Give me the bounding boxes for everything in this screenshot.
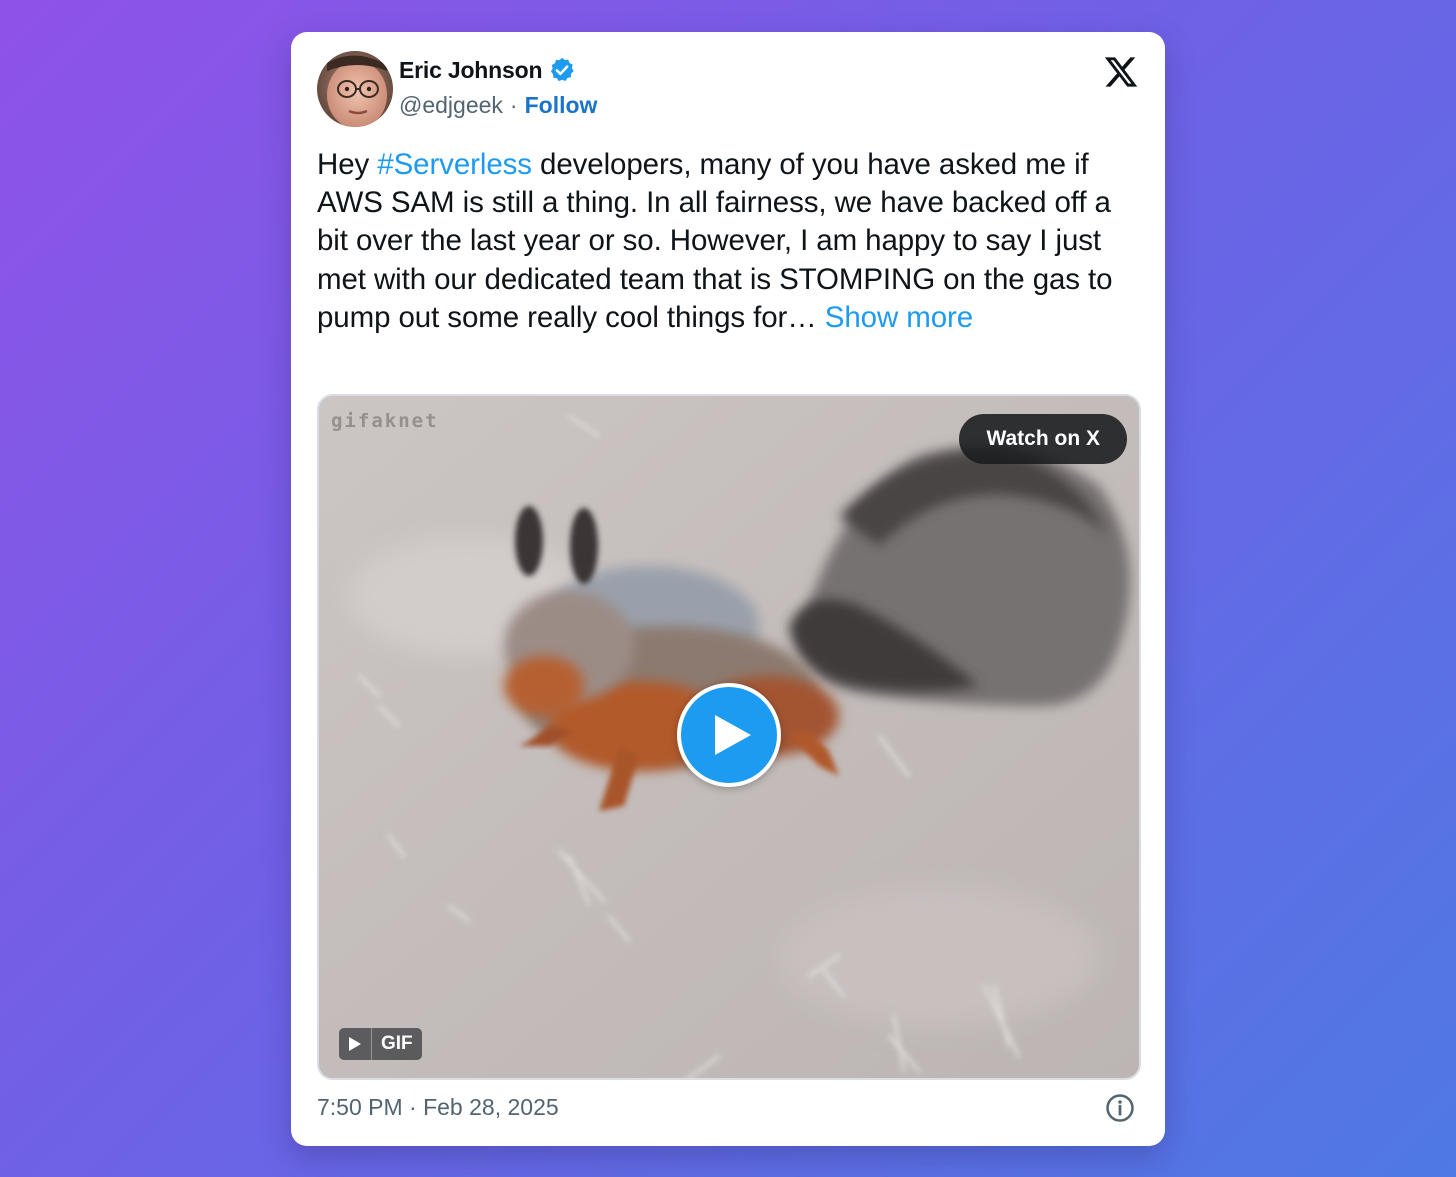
tweet-text-start: Hey bbox=[317, 148, 378, 181]
gif-badge: GIF bbox=[339, 1028, 422, 1060]
verified-badge-icon bbox=[548, 56, 576, 84]
gif-play-icon[interactable] bbox=[339, 1028, 372, 1060]
author-handle-row: @edjgeek · Follow bbox=[399, 92, 597, 119]
gif-watermark: gifaknet bbox=[331, 410, 439, 432]
author-handle[interactable]: @edjgeek bbox=[399, 92, 503, 119]
info-icon[interactable] bbox=[1105, 1093, 1135, 1123]
play-button[interactable] bbox=[677, 683, 781, 787]
watch-on-x-button[interactable]: Watch on X bbox=[959, 414, 1127, 464]
tweet-embed-card: Eric Johnson @edjgeek · Follow Hey #Serv… bbox=[291, 32, 1165, 1146]
gif-label: GIF bbox=[381, 1033, 413, 1054]
avatar-image bbox=[317, 51, 393, 127]
separator-dot: · bbox=[509, 92, 518, 118]
media-gif-player[interactable]: gifaknet Watch on X GIF bbox=[317, 394, 1141, 1080]
author-name[interactable]: Eric Johnson bbox=[399, 57, 542, 84]
show-more-link[interactable]: Show more bbox=[825, 301, 973, 334]
hashtag-link[interactable]: #Serverless bbox=[377, 148, 532, 181]
author-avatar[interactable] bbox=[317, 51, 393, 127]
tweet-text: Hey #Serverless developers, many of you … bbox=[317, 146, 1143, 337]
x-logo-icon[interactable] bbox=[1103, 54, 1139, 90]
follow-button[interactable]: Follow bbox=[525, 92, 598, 119]
play-icon bbox=[715, 715, 751, 755]
tweet-timestamp[interactable]: 7:50 PM · Feb 28, 2025 bbox=[317, 1094, 559, 1121]
author-name-row: Eric Johnson bbox=[399, 56, 576, 84]
